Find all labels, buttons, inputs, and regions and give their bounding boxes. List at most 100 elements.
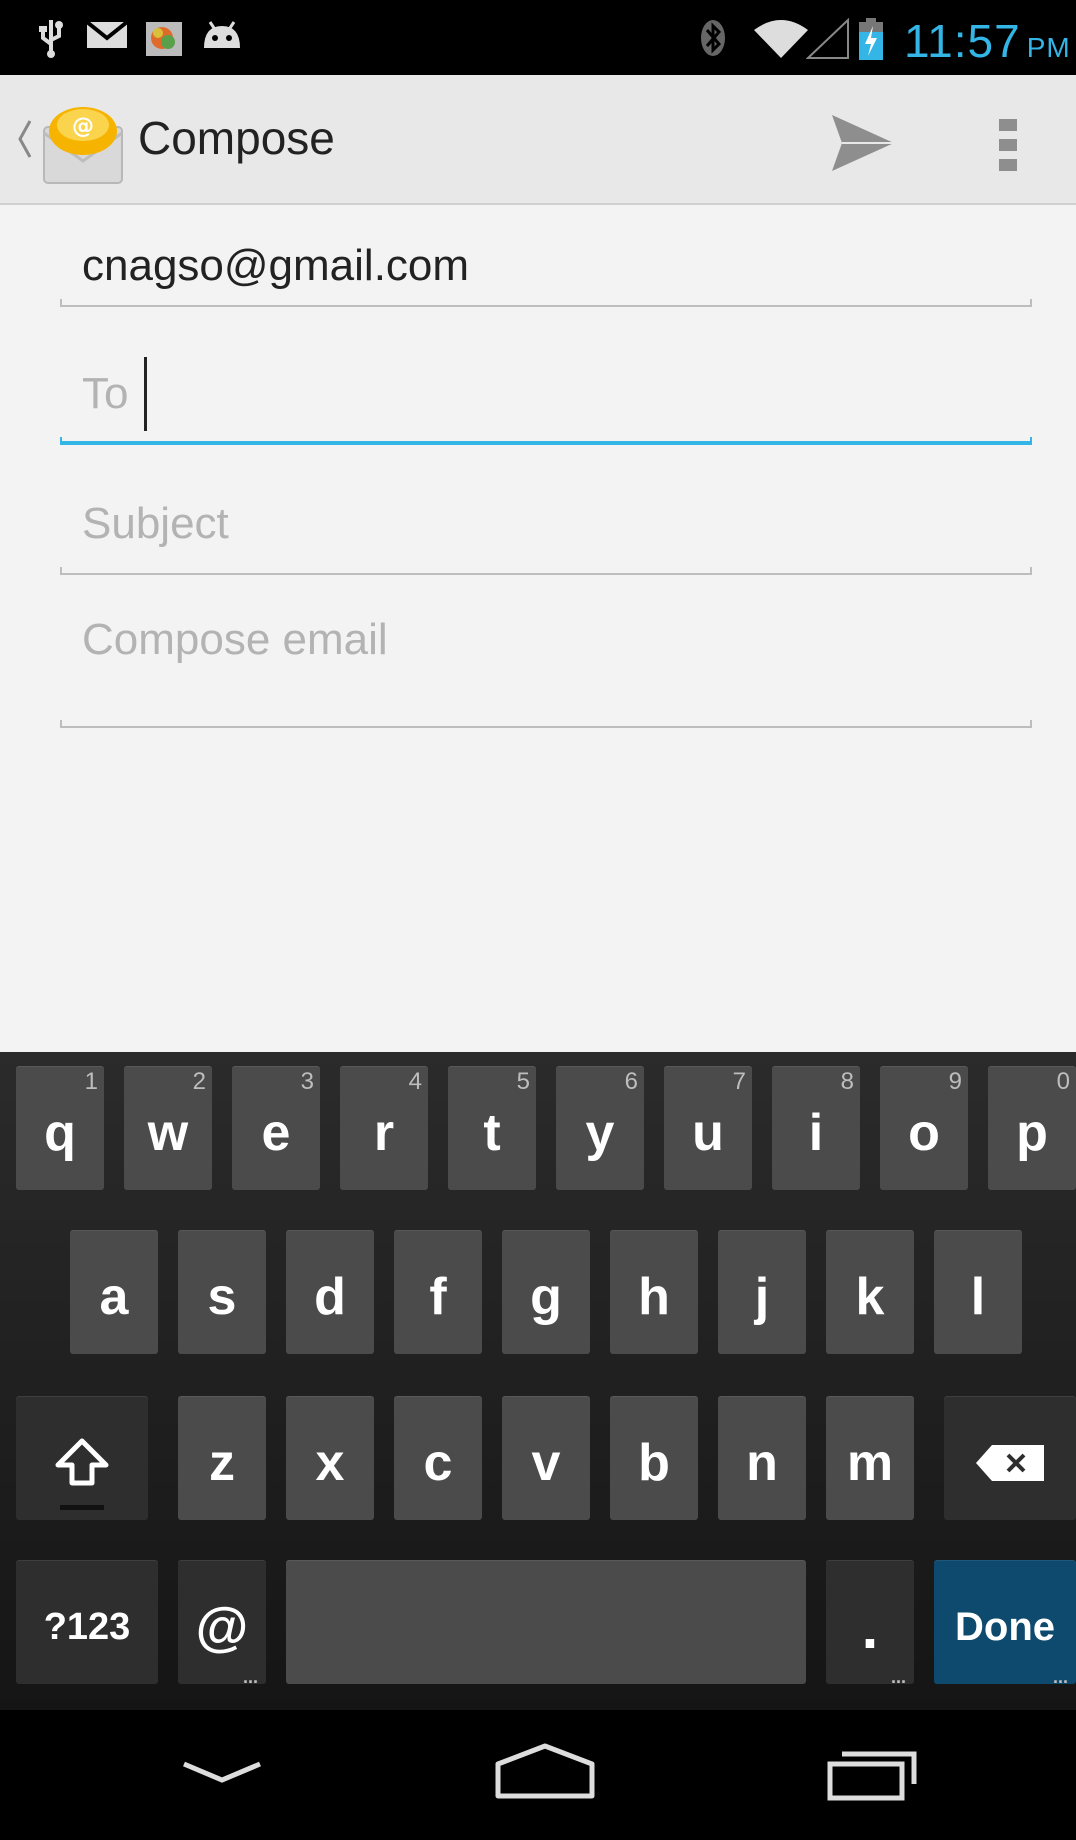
home-icon[interactable] [494,1740,596,1810]
key-label: m [846,1434,894,1492]
status-bar: 11:57 PM [0,0,1076,75]
key-label: j [754,1268,770,1326]
key-y[interactable]: 6y [556,1066,644,1190]
key-n[interactable]: n [718,1396,806,1520]
symbols-key[interactable]: ?123 [16,1560,158,1684]
overflow-menu-icon[interactable] [990,105,1026,185]
key-l[interactable]: l [934,1230,1022,1354]
subject-field[interactable]: Subject [60,485,1032,595]
to-placeholder: To [82,369,129,418]
key-label: t [483,1104,501,1162]
key-label: w [147,1104,189,1162]
body-field[interactable]: Compose email [60,605,1032,735]
subject-placeholder: Subject [82,499,229,548]
key-label: i [808,1104,824,1162]
space-key[interactable] [286,1560,806,1684]
back-icon[interactable] [180,1740,264,1810]
key-m[interactable]: m [826,1396,914,1520]
shift-key-glyph [16,1396,148,1520]
key-e[interactable]: 3e [232,1066,320,1190]
key-label: z [209,1434,235,1492]
from-value: cnagso@gmail.com [82,241,470,290]
backspace-icon [976,1445,1044,1481]
key-i[interactable]: 8i [772,1066,860,1190]
svg-text:@: @ [72,114,94,139]
backspace-key[interactable] [944,1396,1076,1520]
key-t[interactable]: 5t [448,1066,536,1190]
send-icon[interactable] [820,103,904,183]
key-label: k [855,1268,885,1326]
key-label: e [261,1104,291,1162]
key-label: b [638,1434,670,1492]
key-label: @ [195,1597,249,1657]
key-w[interactable]: 2w [124,1066,212,1190]
key-k[interactable]: k [826,1230,914,1354]
key-label: n [746,1434,778,1492]
key-u[interactable]: 7u [664,1066,752,1190]
key-d[interactable]: d [286,1230,374,1354]
key-s[interactable]: s [178,1230,266,1354]
key-label: g [530,1268,562,1326]
key-label: h [638,1268,670,1326]
shift-key[interactable] [16,1396,148,1520]
wifi-icon [754,20,808,58]
body-underline [60,720,1032,728]
signal-icon [806,18,849,59]
recent-apps-icon[interactable] [824,1740,920,1810]
from-underline [60,299,1032,307]
key-h[interactable]: h [610,1230,698,1354]
gmail-icon [86,20,128,48]
more-keys-indicator: ... [890,1667,906,1687]
key-p[interactable]: 0p [988,1066,1076,1190]
usb-icon [39,20,63,58]
key-label: d [314,1268,346,1326]
key-label: x [315,1434,345,1492]
key-label: f [429,1268,447,1326]
key-label: r [373,1104,395,1162]
key-label: o [908,1104,940,1162]
done-key[interactable]: Done... [934,1560,1076,1686]
key-c[interactable]: c [394,1396,482,1520]
key-r[interactable]: 4r [340,1066,428,1190]
key-o[interactable]: 9o [880,1066,968,1190]
backspace-key-glyph [944,1396,1076,1520]
shift-indicator [60,1505,104,1510]
soft-keyboard: 1q 2w 3e 4r 5t 6y 7u 8i 9o 0p a s d f g … [0,1052,1076,1710]
key-f[interactable]: f [394,1230,482,1354]
shift-icon [55,1438,109,1486]
email-app-icon[interactable]: @ [42,103,124,187]
key-j[interactable]: j [718,1230,806,1354]
key-a[interactable]: a [70,1230,158,1354]
up-caret-icon[interactable] [14,113,34,165]
period-key[interactable]: .... [826,1560,914,1687]
more-keys-indicator: ... [242,1667,258,1687]
key-v[interactable]: v [502,1396,590,1520]
bluetooth-icon [701,20,725,56]
status-time-ampm: PM [1026,32,1071,63]
key-b[interactable]: b [610,1396,698,1520]
photo-icon [146,22,182,56]
key-label: u [692,1104,724,1162]
key-label: ?123 [43,1605,131,1648]
to-underline [60,437,1032,445]
key-q[interactable]: 1q [16,1066,104,1190]
compose-form: cnagso@gmail.com To Subject Compose emai… [0,205,1076,1052]
key-label: a [99,1268,129,1326]
page-title: Compose [138,112,335,164]
key-label: q [44,1104,76,1162]
from-field[interactable]: cnagso@gmail.com [60,235,1032,315]
key-label: Done [955,1604,1055,1649]
key-label: p [1016,1104,1048,1162]
to-field[interactable]: To [60,345,1032,455]
at-key[interactable]: @... [178,1560,266,1687]
key-label: y [585,1104,615,1162]
key-label: l [970,1268,986,1326]
key-z[interactable]: z [178,1396,266,1520]
status-time-value: 11:57 [904,15,1021,67]
key-g[interactable]: g [502,1230,590,1354]
text-cursor [144,357,147,431]
key-label: s [207,1268,237,1326]
action-bar: @ Compose [0,75,1076,205]
key-x[interactable]: x [286,1396,374,1520]
subject-underline [60,567,1032,575]
